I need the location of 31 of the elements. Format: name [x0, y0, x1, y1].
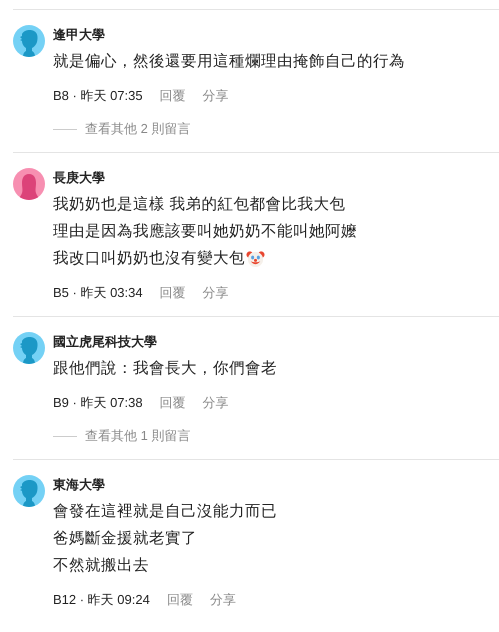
more-replies-link[interactable]: 查看其他 2 則留言: [85, 119, 190, 139]
share-link[interactable]: 分享: [202, 283, 229, 303]
post-info: B9 · 昨天 07:38: [53, 394, 143, 412]
post-info: B5 · 昨天 03:34: [53, 284, 143, 302]
reply-link[interactable]: 回覆: [166, 590, 193, 610]
comment-text: 我奶奶也是這樣 我弟的紅包都會比我大包: [53, 195, 346, 215]
author-name: 東海大學: [53, 476, 105, 494]
comment-text: 跟他們說：我會長大，你們會老: [53, 359, 277, 379]
comment-text: 會發在這裡就是自己沒能力而已: [53, 502, 277, 522]
author-name: 逢甲大學: [53, 26, 105, 44]
author-name: 長庚大學: [53, 169, 105, 187]
comment-text: 爸媽斷金援就老實了: [53, 529, 197, 549]
share-link[interactable]: 分享: [202, 86, 229, 106]
share-link[interactable]: 分享: [202, 393, 229, 413]
comment-text: 就是偏心，然後還要用這種爛理由掩飾自己的行為: [53, 52, 405, 72]
avatar-icon: [13, 25, 45, 57]
post-info: B8 · 昨天 07:35: [53, 87, 143, 105]
author-name: 國立虎尾科技大學: [53, 333, 157, 351]
reply-link[interactable]: 回覆: [160, 393, 186, 413]
comment-text: 我改口叫奶奶也沒有變大包: [53, 249, 245, 269]
avatar-icon: [13, 475, 45, 507]
clown-face-icon: [246, 249, 265, 268]
post-info: B12 · 昨天 09:24: [53, 591, 150, 609]
avatar-icon: [13, 332, 45, 364]
comment-text: 理由是因為我應該要叫她奶奶不能叫她阿嬤: [53, 222, 357, 242]
more-replies-link[interactable]: 查看其他 1 則留言: [85, 426, 190, 446]
avatar-icon: [13, 168, 45, 200]
reply-link[interactable]: 回覆: [160, 86, 186, 106]
share-link[interactable]: 分享: [210, 590, 236, 610]
comment-text: 不然就搬出去: [53, 556, 149, 576]
reply-link[interactable]: 回覆: [160, 283, 186, 303]
